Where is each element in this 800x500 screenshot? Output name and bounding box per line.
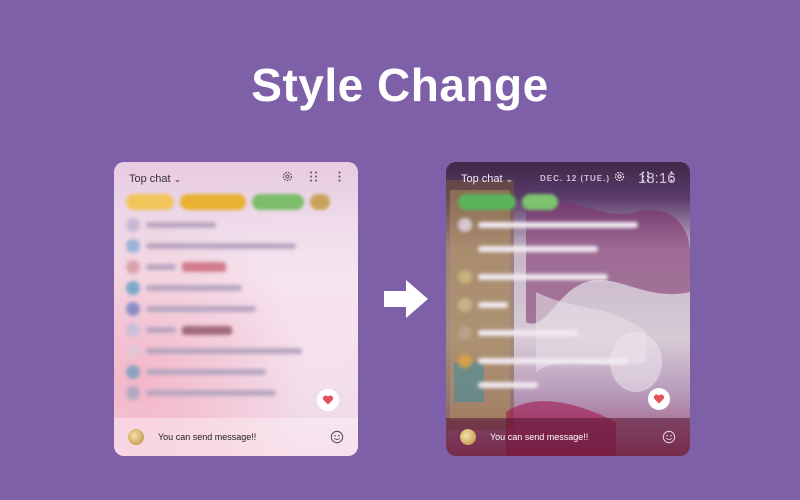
list-item — [458, 270, 678, 284]
chat-header: Top chat ⌄ DEC. 12 (TUE.) 18:16 — [446, 162, 690, 194]
arrow-right-icon — [384, 280, 428, 318]
chat-message-list — [126, 218, 346, 407]
message-input[interactable]: You can send message!! — [158, 432, 330, 442]
list-item — [126, 218, 346, 232]
list-item — [458, 354, 678, 368]
list-item — [458, 218, 678, 232]
list-item — [126, 239, 346, 253]
more-vertical-icon[interactable] — [333, 170, 346, 183]
avatar — [128, 429, 144, 445]
grid-icon[interactable] — [307, 170, 320, 183]
list-item — [126, 386, 346, 400]
message-input-bar: You can send message!! — [114, 418, 358, 456]
list-item — [458, 242, 678, 256]
supporter-chips — [126, 194, 330, 210]
list-item — [458, 326, 678, 340]
more-vertical-icon[interactable] — [665, 170, 678, 183]
chat-panel-after: Top chat ⌄ DEC. 12 (TUE.) 18:16 You can s… — [446, 162, 690, 456]
top-chat-dropdown[interactable]: Top chat ⌄ — [129, 173, 181, 185]
chat-panel-before: Top chat ⌄ You can send message!! — [114, 162, 358, 456]
grid-icon[interactable] — [639, 170, 652, 183]
list-item — [126, 281, 346, 295]
list-item — [126, 302, 346, 316]
like-button[interactable] — [317, 389, 339, 411]
page-title: Style Change — [251, 59, 549, 111]
date-label: DEC. 12 (TUE.) — [540, 174, 611, 183]
like-button[interactable] — [648, 388, 670, 410]
top-chat-label: Top chat — [129, 173, 171, 185]
message-input-bar: You can send message!! — [446, 418, 690, 456]
message-input[interactable]: You can send message!! — [490, 432, 662, 442]
heart-icon — [322, 395, 334, 405]
chat-message-list — [458, 218, 678, 399]
chevron-down-icon: ⌄ — [173, 174, 182, 184]
list-item — [126, 323, 346, 337]
gear-icon[interactable] — [281, 170, 294, 183]
list-item — [458, 378, 678, 392]
list-item — [126, 365, 346, 379]
gear-icon[interactable] — [613, 170, 626, 183]
list-item — [126, 260, 346, 274]
chevron-down-icon: ⌄ — [505, 174, 514, 184]
heart-icon — [653, 394, 665, 404]
supporter-chips — [458, 194, 558, 210]
list-item — [458, 298, 678, 312]
top-chat-label: Top chat — [461, 173, 503, 185]
avatar — [460, 429, 476, 445]
emoji-icon[interactable] — [662, 430, 676, 444]
chat-header: Top chat ⌄ — [114, 162, 358, 194]
emoji-icon[interactable] — [330, 430, 344, 444]
top-chat-dropdown[interactable]: Top chat ⌄ — [461, 173, 513, 185]
list-item — [126, 344, 346, 358]
